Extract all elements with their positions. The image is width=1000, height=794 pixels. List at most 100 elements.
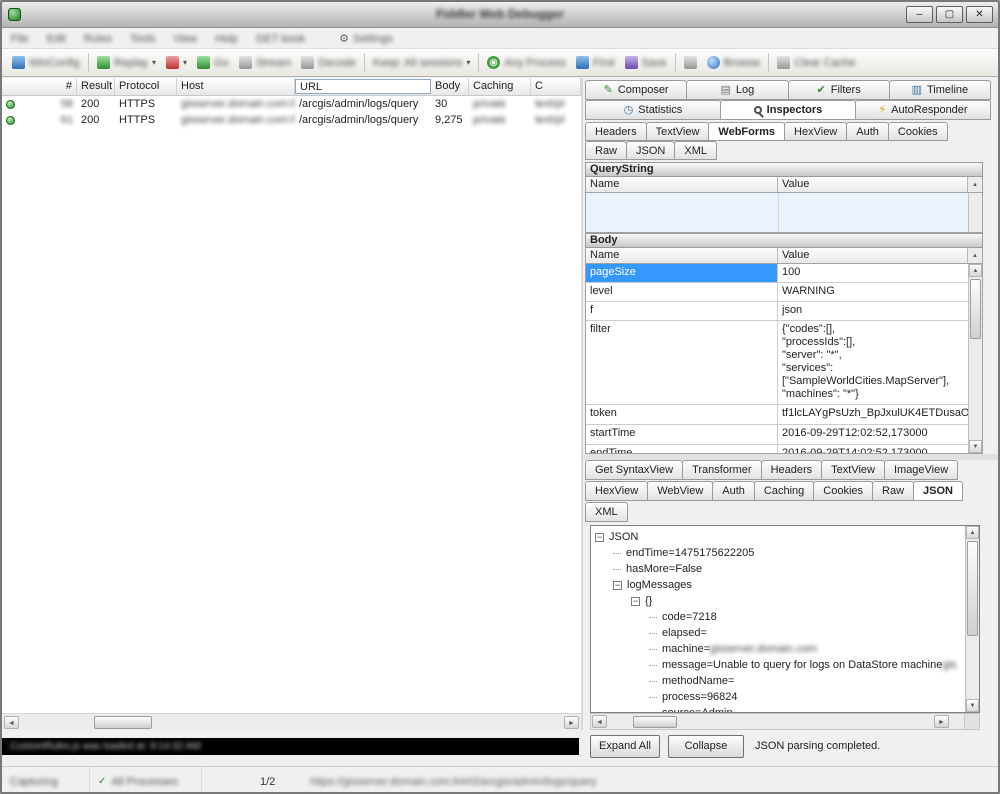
clear-cache-button[interactable]: Clear Cache xyxy=(772,53,860,72)
body-row-filter[interactable]: filter {"codes":[], "processIds":[], "se… xyxy=(586,321,982,405)
tab-resp-hexview[interactable]: HexView xyxy=(585,481,649,501)
tab-resp-auth[interactable]: Auth xyxy=(712,481,755,501)
tab-timeline[interactable]: ▥ Timeline xyxy=(888,80,991,100)
any-process-button[interactable]: Any Process xyxy=(482,53,571,72)
tab-resp-headers[interactable]: Headers xyxy=(760,460,823,480)
menu-edit[interactable]: Edit xyxy=(38,31,75,47)
body-value-column[interactable]: Value xyxy=(778,248,968,263)
menu-help[interactable]: Help xyxy=(206,31,247,47)
tree-node-root[interactable]: − JSON xyxy=(591,529,979,545)
scroll-up-icon[interactable]: ▲ xyxy=(966,526,979,539)
tree-node[interactable]: process=96824 xyxy=(591,689,979,705)
collapse-expander-icon[interactable]: − xyxy=(613,580,622,590)
tab-autoresponder[interactable]: ⚡ AutoResponder xyxy=(855,100,991,120)
tree-node[interactable]: endTime=1475175622205 xyxy=(591,545,979,561)
tab-req-headers[interactable]: Headers xyxy=(585,122,647,141)
tab-inspectors[interactable]: Inspectors xyxy=(720,100,856,120)
decode-button[interactable]: Decode xyxy=(296,53,361,72)
session-list-hscrollbar[interactable]: ◄ ► xyxy=(2,713,581,730)
tree-node[interactable]: source=Admin xyxy=(591,705,979,712)
qs-name-column[interactable]: Name xyxy=(586,177,778,192)
replay-button[interactable]: Replay ▾ xyxy=(92,53,161,72)
tab-req-textview[interactable]: TextView xyxy=(645,122,710,141)
menu-tools[interactable]: Tools xyxy=(121,31,165,47)
column-header-contenttype[interactable]: C xyxy=(531,78,581,95)
tree-vscrollbar[interactable]: ▲ ▼ xyxy=(965,526,979,712)
tab-resp-transformer[interactable]: Transformer xyxy=(682,460,762,480)
tab-req-auth[interactable]: Auth xyxy=(846,122,889,141)
tab-req-raw[interactable]: Raw xyxy=(585,141,628,160)
tab-req-xml[interactable]: XML xyxy=(674,141,717,160)
tab-resp-cookies[interactable]: Cookies xyxy=(813,481,874,501)
session-row[interactable]: 58 200 HTTPS gisserver.domain.com:6443 /… xyxy=(2,96,581,112)
collapse-expander-icon[interactable]: − xyxy=(631,596,640,606)
body-row-starttime[interactable]: startTime 2016-09-29T12:02:52,173000 xyxy=(586,425,982,445)
minimize-button[interactable]: – xyxy=(906,6,933,23)
tree-node[interactable]: elapsed= xyxy=(591,625,979,641)
vscroll-thumb[interactable] xyxy=(967,541,978,636)
column-header-body[interactable]: Body xyxy=(431,78,469,95)
tab-resp-textview[interactable]: TextView xyxy=(821,460,885,480)
hscroll-thumb[interactable] xyxy=(94,716,152,729)
tab-resp-webview[interactable]: WebView xyxy=(647,481,714,501)
tab-req-hexview[interactable]: HexView xyxy=(784,122,848,141)
tab-composer[interactable]: ✎ Composer xyxy=(585,80,688,100)
scroll-up-icon[interactable]: ▲ xyxy=(969,264,982,277)
tree-node[interactable]: message=Unable to query for logs on Data… xyxy=(591,657,979,673)
close-button[interactable]: ✕ xyxy=(966,6,993,23)
remove-sessions-button[interactable]: ▾ xyxy=(161,53,192,72)
tree-node[interactable]: code=7218 xyxy=(591,609,979,625)
snapshot-button[interactable] xyxy=(679,53,702,72)
tab-resp-xml[interactable]: XML xyxy=(585,502,628,522)
body-row-token[interactable]: token tf1lcLAYgPsUzh_BpJxulUK4ETDusaOorC xyxy=(586,405,982,425)
tree-node[interactable]: hasMore=False xyxy=(591,561,979,577)
tab-statistics[interactable]: ◷ Statistics xyxy=(585,100,721,120)
hscroll-thumb[interactable] xyxy=(633,716,677,728)
scroll-right-icon[interactable]: ► xyxy=(564,716,579,729)
menu-settings[interactable]: ⚙ Settings xyxy=(330,30,402,47)
tab-resp-caching[interactable]: Caching xyxy=(753,481,815,501)
tab-resp-raw[interactable]: Raw xyxy=(872,481,915,501)
collapse-button[interactable]: Collapse xyxy=(668,735,744,758)
vscroll-thumb[interactable] xyxy=(970,279,981,339)
tab-resp-imageview[interactable]: ImageView xyxy=(883,460,959,480)
session-row[interactable]: 61 200 HTTPS gisserver.domain.com:6443 /… xyxy=(2,112,581,128)
maximize-button[interactable]: ▢ xyxy=(936,6,963,23)
menu-file[interactable]: File xyxy=(2,31,38,47)
qs-vscrollbar[interactable] xyxy=(968,193,982,232)
body-row-level[interactable]: level WARNING xyxy=(586,283,982,302)
column-header-result[interactable]: Result xyxy=(77,78,115,95)
body-vscrollbar[interactable]: ▲ ▼ xyxy=(968,264,982,453)
find-button[interactable]: Find xyxy=(571,53,619,72)
body-row-pagesize[interactable]: pageSize 100 xyxy=(586,264,982,283)
browse-button[interactable]: Browse xyxy=(702,53,766,72)
column-header-caching[interactable]: Caching xyxy=(469,78,531,95)
process-filter[interactable]: ✓ All Processes xyxy=(90,767,202,792)
scroll-up-icon[interactable]: ▲ xyxy=(968,177,982,192)
scroll-up-icon[interactable]: ▲ xyxy=(968,248,982,263)
keep-sessions-dropdown[interactable]: Keep: All sessions ▾ xyxy=(368,54,475,72)
capturing-indicator[interactable]: Capturing xyxy=(2,767,90,792)
menu-view[interactable]: View xyxy=(165,31,207,47)
tree-node-logmessages[interactable]: − logMessages xyxy=(591,577,979,593)
collapse-expander-icon[interactable]: − xyxy=(595,532,604,542)
scroll-right-icon[interactable]: ► xyxy=(934,715,949,728)
scroll-left-icon[interactable]: ◄ xyxy=(4,716,19,729)
expand-all-button[interactable]: Expand All xyxy=(590,735,660,758)
stream-button[interactable]: Stream xyxy=(234,53,296,72)
tree-node[interactable]: methodName= xyxy=(591,673,979,689)
body-row-f[interactable]: f json xyxy=(586,302,982,321)
scroll-down-icon[interactable]: ▼ xyxy=(969,440,982,453)
winconfig-button[interactable]: WinConfig xyxy=(7,53,85,72)
menu-rules[interactable]: Rules xyxy=(75,31,121,47)
quickexec-box[interactable]: CustomRules.js was loaded at: 9:14:32 AM xyxy=(2,738,579,755)
scroll-down-icon[interactable]: ▼ xyxy=(966,699,979,712)
column-header-host[interactable]: Host xyxy=(177,78,295,95)
tree-node-object[interactable]: − {} xyxy=(591,593,979,609)
column-header-protocol[interactable]: Protocol xyxy=(115,78,177,95)
body-name-column[interactable]: Name xyxy=(586,248,778,263)
tab-req-json[interactable]: JSON xyxy=(626,141,676,160)
tab-req-webforms[interactable]: WebForms xyxy=(708,122,786,141)
tab-req-cookies[interactable]: Cookies xyxy=(887,122,948,141)
tab-resp-get-syntaxview[interactable]: Get SyntaxView xyxy=(585,460,684,480)
